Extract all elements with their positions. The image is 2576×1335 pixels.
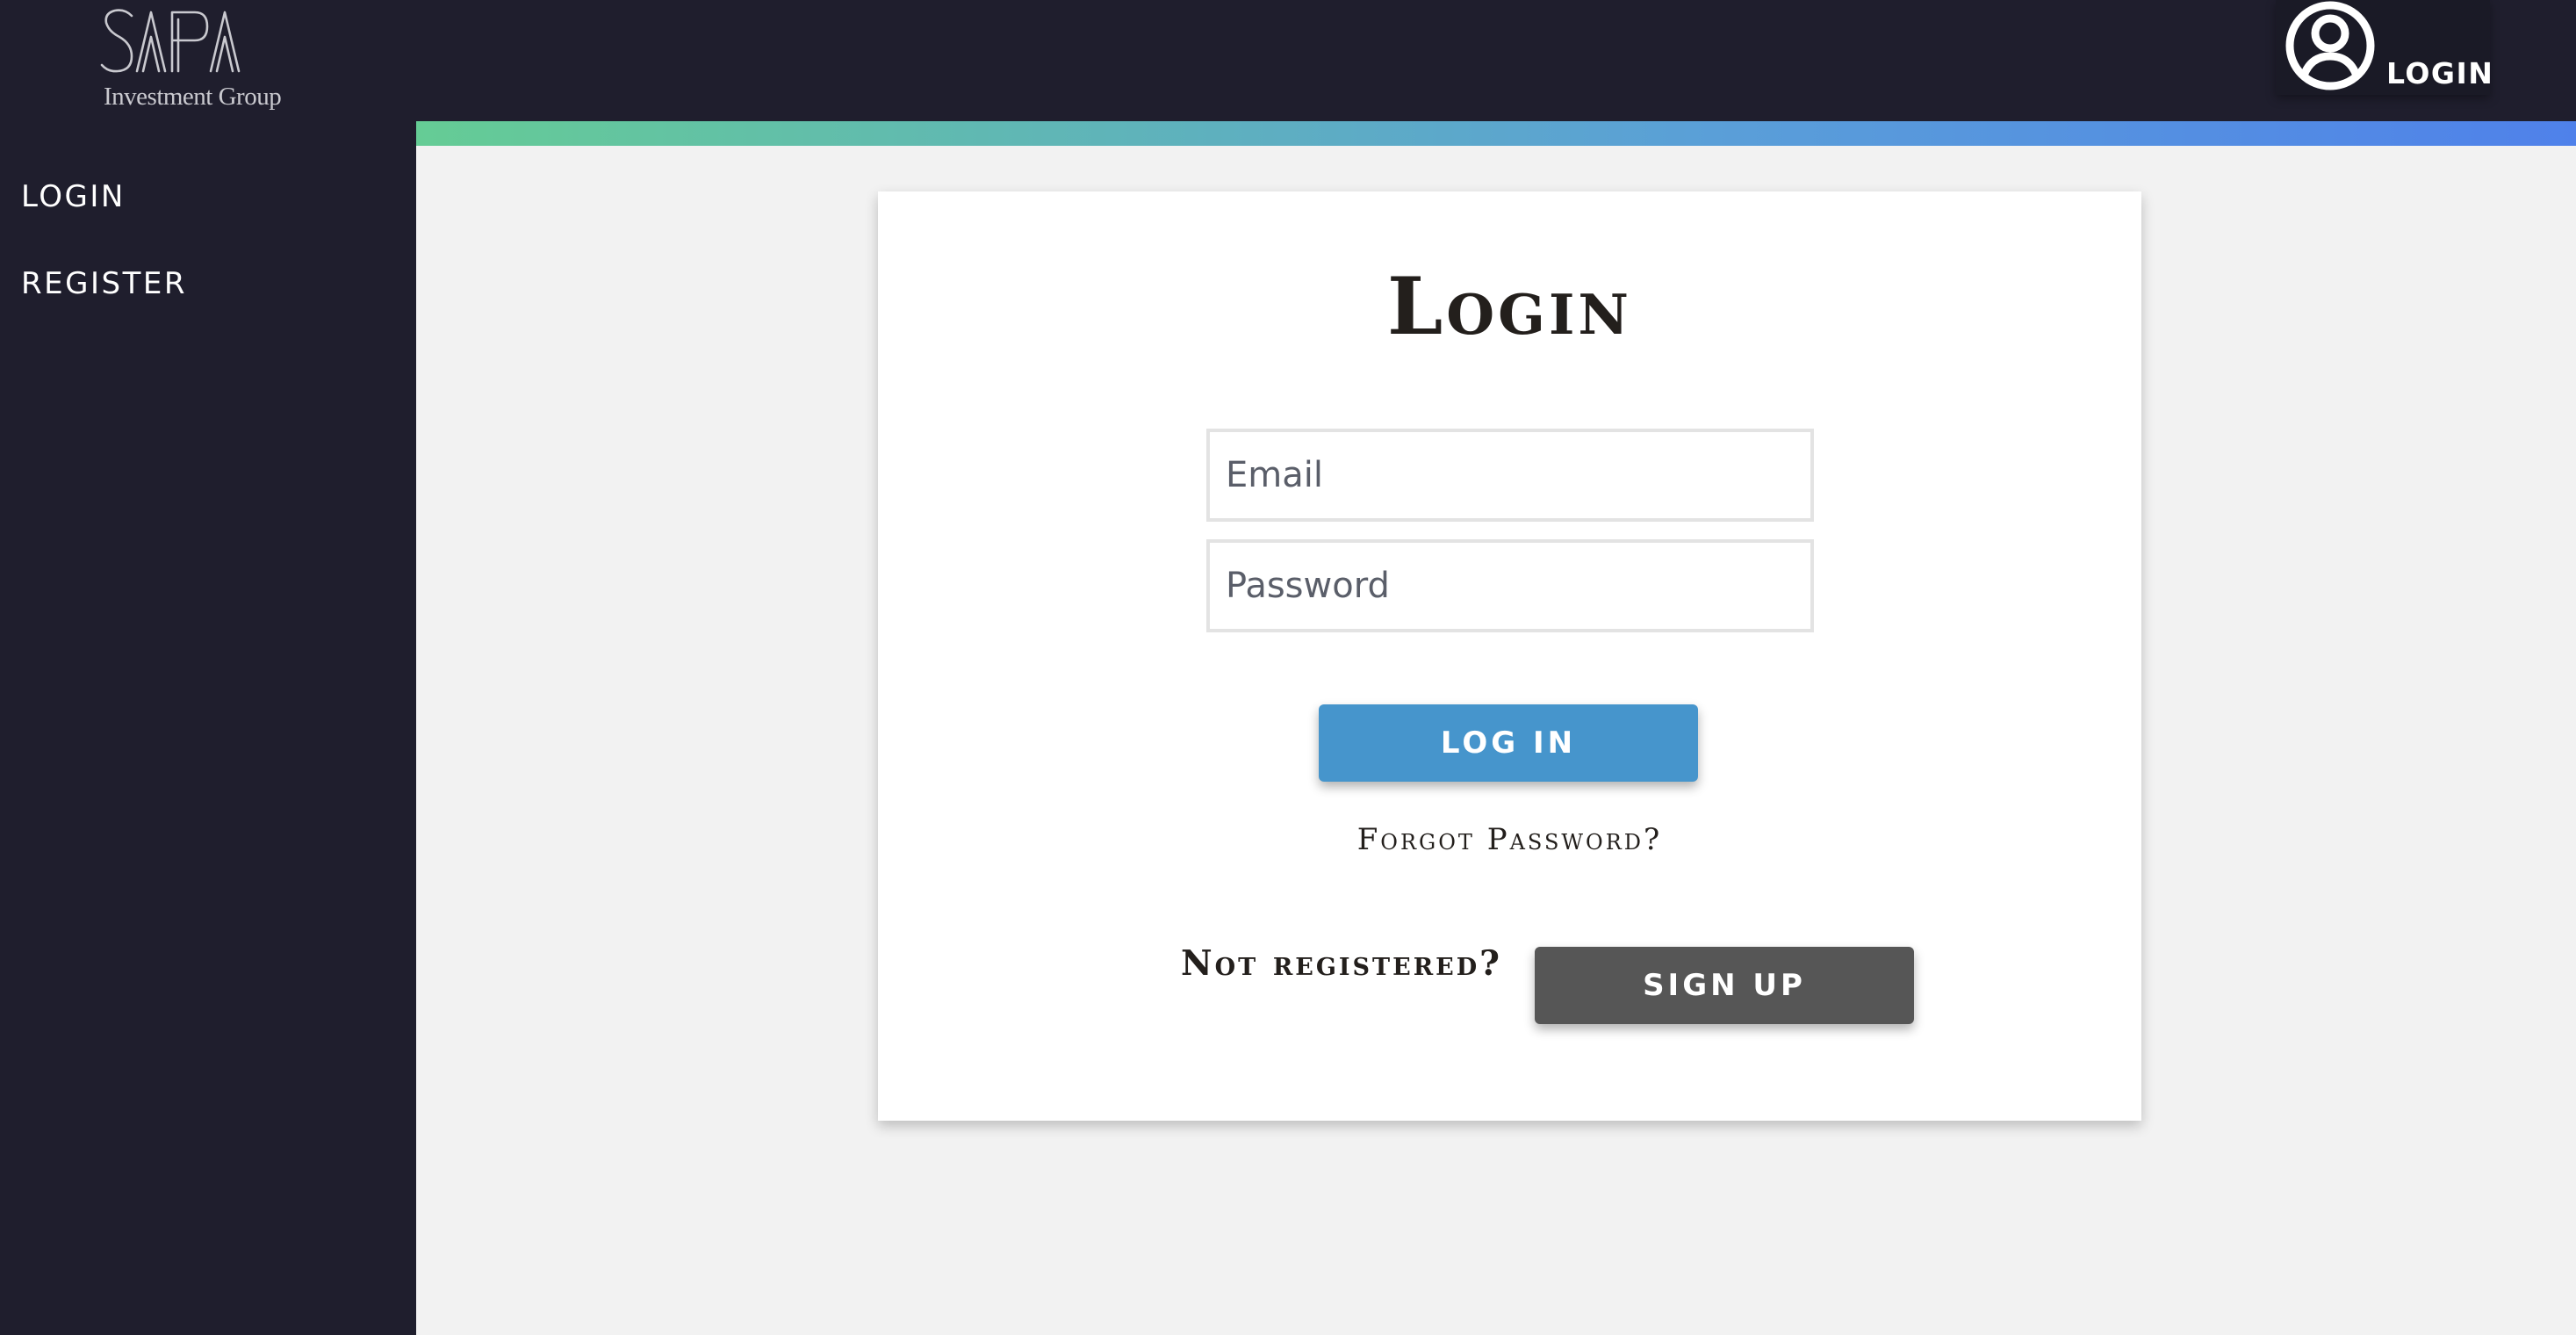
sapa-wordmark (100, 9, 241, 73)
accent-gradient-bar (416, 121, 2576, 146)
login-card: Login LOG IN Forgot Password? Not regist… (878, 191, 2141, 1121)
log-in-button[interactable]: LOG IN (1319, 704, 1698, 782)
page-title: Login (1386, 260, 1633, 353)
sidebar: LOGIN REGISTER (0, 121, 416, 1335)
top-navigation-bar: Investment Group LOGIN (0, 0, 2576, 121)
not-registered-label: Not registered? (1181, 943, 1502, 984)
user-circle-icon (2285, 1, 2375, 90)
account-login-label: LOGIN (2386, 56, 2494, 90)
account-login-button[interactable]: LOGIN (2276, 0, 2494, 95)
password-field[interactable] (1206, 539, 1814, 632)
forgot-password-link[interactable]: Forgot Password? (878, 822, 2141, 857)
logo-subtitle: Investment Group (104, 83, 282, 111)
sidebar-item-register[interactable]: REGISTER (21, 266, 187, 301)
company-logo[interactable]: Investment Group (98, 7, 283, 112)
sign-up-button[interactable]: SIGN UP (1535, 947, 1914, 1024)
email-field[interactable] (1206, 429, 1814, 522)
sidebar-item-login[interactable]: LOGIN (21, 179, 126, 214)
